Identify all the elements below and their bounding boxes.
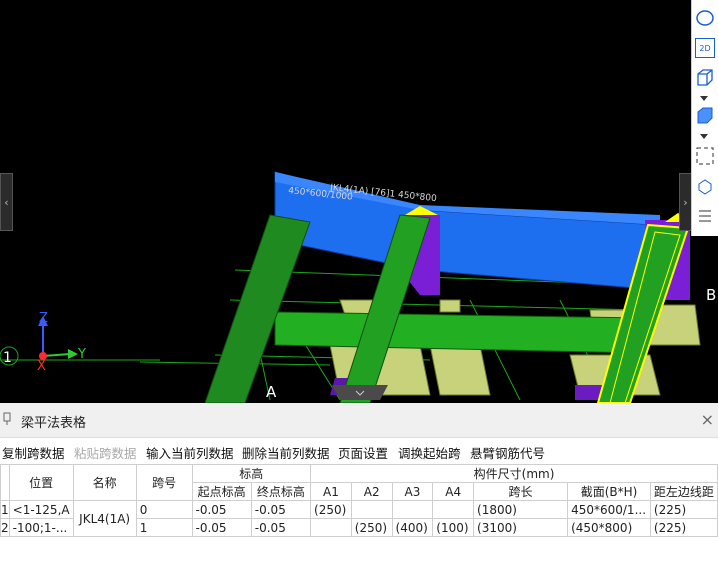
- cell-a1[interactable]: (250): [310, 500, 352, 519]
- header-start-elev: 起点标高: [191, 482, 252, 501]
- header-end-elev: 终点标高: [250, 482, 312, 501]
- cell-span-length[interactable]: (1800): [473, 500, 569, 519]
- row-number: 1: [0, 500, 10, 519]
- cell-a2[interactable]: [350, 500, 393, 519]
- green-beam[interactable]: [274, 311, 641, 354]
- dropdown-arrow-icon[interactable]: [700, 96, 708, 101]
- cell-section[interactable]: 450*600/1...: [567, 500, 651, 519]
- cell-end-elev[interactable]: -0.05: [250, 500, 312, 519]
- left-panel-toggle[interactable]: ‹: [0, 173, 13, 231]
- copy-span-button[interactable]: 复制跨数据: [2, 443, 65, 462]
- cell-a4[interactable]: (100): [432, 518, 475, 537]
- 3d-box-filled-icon[interactable]: [695, 106, 715, 126]
- row-number-header: [0, 464, 10, 501]
- cell-span-length[interactable]: (3100): [473, 518, 569, 537]
- pin-icon[interactable]: [3, 412, 11, 426]
- header-a2: A2: [350, 482, 393, 501]
- cell-name[interactable]: JKL4(1A): [72, 500, 137, 537]
- chevron-right-icon: ›: [683, 195, 688, 209]
- cell-a4[interactable]: [432, 500, 475, 519]
- grid-axis-label-a: A: [266, 383, 277, 401]
- cell-a1[interactable]: [310, 518, 352, 537]
- cell-position[interactable]: <1-125,A: [8, 500, 74, 519]
- list-icon[interactable]: [695, 206, 715, 226]
- cell-span[interactable]: 0: [135, 500, 193, 519]
- close-icon[interactable]: ×: [701, 410, 714, 429]
- panel-toolbar: 复制跨数据 粘贴跨数据 输入当前列数据 删除当前列数据 页面设置 调换起始跨 悬…: [0, 438, 718, 464]
- chevron-left-icon: ‹: [4, 195, 9, 209]
- axis-z-label: Z: [39, 311, 48, 326]
- cell-edge-distance[interactable]: (225): [649, 518, 718, 537]
- model-canvas[interactable]: JKL4(1A) [76]1 450*800 450*600/1000 Z Y …: [0, 0, 718, 403]
- 3d-viewport[interactable]: JKL4(1A) [76]1 450*800 450*600/1000 Z Y …: [0, 0, 718, 403]
- header-position: 位置: [8, 464, 74, 501]
- axis-y-label: Y: [77, 347, 86, 362]
- input-column-button[interactable]: 输入当前列数据: [146, 443, 234, 462]
- delete-column-button[interactable]: 删除当前列数据: [242, 443, 330, 462]
- 2d-view-icon[interactable]: 2D: [695, 38, 715, 58]
- cell-start-elev[interactable]: -0.05: [191, 500, 252, 519]
- cell-a2[interactable]: (250): [350, 518, 393, 537]
- grid-axis-label-1: 1: [3, 350, 12, 366]
- header-section: 截面(B*H): [567, 482, 651, 501]
- header-a4: A4: [432, 482, 475, 501]
- header-span-length: 跨长: [473, 482, 569, 501]
- ellipse-icon[interactable]: [695, 8, 715, 28]
- view-toolbar: 2D: [691, 0, 718, 236]
- header-a1: A1: [310, 482, 352, 501]
- cantilever-code-button[interactable]: 悬臂钢筋代号: [470, 443, 545, 462]
- panel-title-bar: 梁平法表格 ×: [0, 403, 718, 438]
- header-name: 名称: [72, 464, 137, 501]
- row-number: 2: [0, 518, 10, 537]
- panel-title: 梁平法表格: [21, 416, 87, 431]
- header-size: 构件尺寸(mm): [310, 464, 718, 483]
- beam-table-panel: 梁平法表格 × 复制跨数据 粘贴跨数据 输入当前列数据 删除当前列数据 页面设置…: [0, 403, 718, 562]
- cell-section[interactable]: (450*800): [567, 518, 651, 537]
- dashed-select-icon[interactable]: [695, 146, 715, 166]
- cell-a3[interactable]: [391, 500, 434, 519]
- paste-span-button[interactable]: 粘贴跨数据: [74, 443, 137, 462]
- rotate-view-icon[interactable]: [695, 176, 715, 196]
- beam-table: 位置 名称 跨号 标高 构件尺寸(mm) 起点标高 终点标高 A1 A2 A3 …: [0, 464, 718, 537]
- header-span: 跨号: [135, 464, 193, 501]
- 3d-box-icon[interactable]: [695, 68, 715, 88]
- cell-span[interactable]: 1: [135, 518, 193, 537]
- cell-start-elev[interactable]: -0.05: [191, 518, 252, 537]
- header-a3: A3: [391, 482, 434, 501]
- header-edge-distance: 距左边线距: [649, 482, 718, 501]
- cell-a3[interactable]: (400): [391, 518, 434, 537]
- cell-edge-distance[interactable]: (225): [649, 500, 718, 519]
- axis-gizmo: Z Y X: [37, 311, 86, 374]
- dropdown-arrow-icon[interactable]: [700, 134, 708, 139]
- grid-axis-label-b: B: [706, 286, 716, 304]
- axis-x-label: X: [37, 359, 46, 374]
- table-row: 1 <1-125,A JKL4(1A) 0 -0.05 -0.05 (250) …: [0, 500, 718, 537]
- header-elevation: 标高: [191, 464, 312, 483]
- cell-position[interactable]: -100;1-...: [8, 518, 74, 537]
- page-setup-button[interactable]: 页面设置: [338, 443, 388, 462]
- cell-end-elev[interactable]: -0.05: [250, 518, 312, 537]
- swap-start-span-button[interactable]: 调换起始跨: [398, 443, 461, 462]
- collapse-handle[interactable]: [332, 385, 388, 400]
